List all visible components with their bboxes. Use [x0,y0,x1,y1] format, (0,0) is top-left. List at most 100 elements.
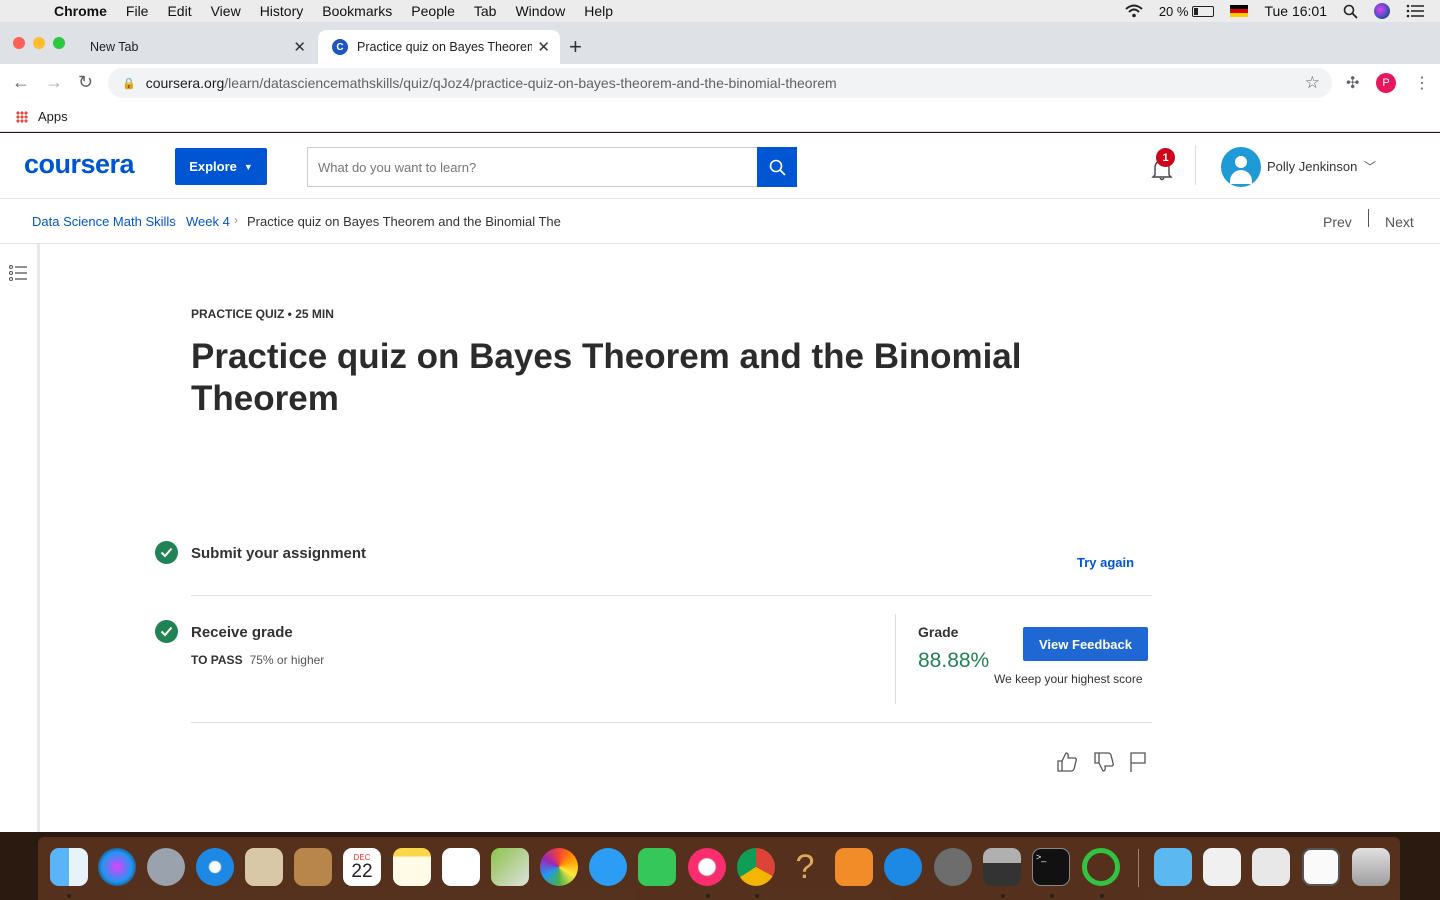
address-bar[interactable]: 🔒 coursera.org/learn/datasciencemathskil… [108,68,1332,98]
profile-avatar[interactable]: P [1376,73,1396,93]
app-store-icon[interactable] [884,848,922,886]
trash-icon[interactable] [1352,848,1390,886]
running-indicator [706,894,710,898]
activity-ring-icon[interactable] [1082,848,1120,886]
siri-icon[interactable] [1374,3,1390,19]
to-pass-value: 75% or higher [249,653,325,667]
extensions-puzzle-icon[interactable]: ✣ [1346,73,1359,93]
browser-tabstrip: New Tab ✕ C Practice quiz on Bayes Theor… [0,22,1440,64]
report-flag-icon[interactable] [1129,751,1147,773]
tab-practice-quiz[interactable]: C Practice quiz on Bayes Theorem and the… [318,30,560,64]
menu-edit[interactable]: Edit [167,3,191,19]
reload-icon[interactable]: ↻ [78,72,93,93]
menu-bookmarks[interactable]: Bookmarks [322,3,392,19]
search-placeholder: What do you want to learn? [318,159,477,175]
launchpad-icon[interactable] [147,848,185,886]
wifi-icon[interactable] [1125,4,1143,18]
explore-label: Explore [189,159,237,174]
desktop-stack-icon[interactable] [1302,848,1340,886]
quiz-type-label: PRACTICE QUIZ • 25 MIN [191,307,334,321]
screenshots-stack-icon[interactable] [1203,848,1241,886]
itunes-icon[interactable] [688,848,726,886]
site-header: coursera Explore ▼ What do you want to l… [0,133,1440,199]
next-link[interactable]: Next [1385,214,1414,230]
menu-view[interactable]: View [211,3,241,19]
forward-arrow-icon[interactable]: → [45,72,63,93]
search-input[interactable]: What do you want to learn? [307,147,757,187]
safari-icon[interactable] [196,848,234,886]
chevron-down-icon: ▼ [243,161,253,172]
to-pass-label: TO PASS [191,653,243,667]
battery-icon[interactable] [1192,5,1215,17]
books-icon[interactable] [835,848,873,886]
menu-window[interactable]: Window [515,3,565,19]
url-path: /learn/datasciencemathskills/quiz/qJoz4/… [224,75,837,91]
window-minimize-button[interactable] [33,37,45,49]
check-circle-icon [155,620,178,643]
breadcrumb-course[interactable]: Data Science Math Skills [32,214,176,229]
menu-people[interactable]: People [411,3,455,19]
downloads-folder-icon[interactable] [1154,848,1192,886]
apps-grid-icon[interactable] [16,110,28,123]
thumbs-up-icon[interactable] [1056,751,1078,773]
bookmark-apps[interactable]: Apps [38,109,68,124]
control-list-icon[interactable] [1406,4,1424,18]
prev-link[interactable]: Prev [1323,214,1352,230]
preview-icon[interactable] [983,848,1021,886]
siri-app-icon[interactable] [98,848,136,886]
chrome-menu-icon[interactable]: ⋮ [1414,73,1430,93]
system-preferences-icon[interactable] [934,848,972,886]
facetime-icon[interactable] [638,848,676,886]
browser-toolbar: ← → ↻ 🔒 coursera.org/learn/datasciencema… [0,64,1440,102]
running-indicator [1001,894,1005,898]
window-close-button[interactable] [13,37,25,49]
menu-chrome[interactable]: Chrome [54,3,107,19]
user-avatar[interactable] [1221,147,1261,187]
menu-file[interactable]: File [126,3,149,19]
lock-icon[interactable]: 🔒 [122,77,136,90]
terminal-icon[interactable]: >_ [1032,848,1070,886]
calendar-icon[interactable]: DEC 22 [343,848,381,886]
view-feedback-button[interactable]: View Feedback [1023,627,1148,661]
contacts-icon[interactable] [294,848,332,886]
reminders-icon[interactable] [442,848,480,886]
clock[interactable]: Tue 16:01 [1264,3,1327,19]
course-outline-list-icon[interactable] [9,264,27,282]
window-maximize-button[interactable] [53,37,65,49]
documents-stack-icon[interactable] [1252,848,1290,886]
explore-button[interactable]: Explore ▼ [175,148,267,185]
chevron-right-icon: › [172,213,176,227]
german-flag-icon[interactable] [1230,5,1249,17]
user-name[interactable]: Polly Jenkinson [1267,159,1357,174]
maps-icon[interactable] [491,848,529,886]
search-button[interactable] [757,147,797,187]
messages-icon[interactable] [589,848,627,886]
new-tab-icon[interactable]: + [569,34,582,60]
menu-help[interactable]: Help [584,3,613,19]
breadcrumb-week[interactable]: Week 4 [186,214,230,229]
notes-icon[interactable] [393,848,431,886]
photos-icon[interactable] [540,848,578,886]
battery-percent: 20 % [1158,3,1189,19]
mail-icon[interactable] [245,848,283,886]
chevron-down-icon[interactable]: ﹀ [1364,158,1376,175]
section-divider [191,595,1152,596]
macos-dock: DEC 22 ? >_ [38,837,1400,900]
tab-close-icon[interactable]: ✕ [293,38,306,56]
try-again-link[interactable]: Try again [1077,555,1134,570]
thumbs-down-icon[interactable] [1093,751,1115,773]
bookmark-star-icon[interactable]: ☆ [1305,73,1320,93]
coursera-logo[interactable]: coursera [24,149,135,180]
finder-icon[interactable] [50,848,88,886]
spotlight-search-icon[interactable] [1343,4,1358,19]
chrome-icon[interactable] [737,848,775,886]
tab-close-icon[interactable]: ✕ [537,38,550,56]
menu-tab[interactable]: Tab [474,3,497,19]
help-question-icon[interactable]: ? [786,848,824,886]
coursera-page: coursera Explore ▼ What do you want to l… [0,133,1440,832]
tab-new-tab[interactable]: New Tab ✕ [76,30,316,64]
grade-value: 88.88% [918,649,990,672]
menu-history[interactable]: History [260,3,304,19]
grade-divider [895,614,896,704]
back-arrow-icon[interactable]: ← [12,72,30,93]
